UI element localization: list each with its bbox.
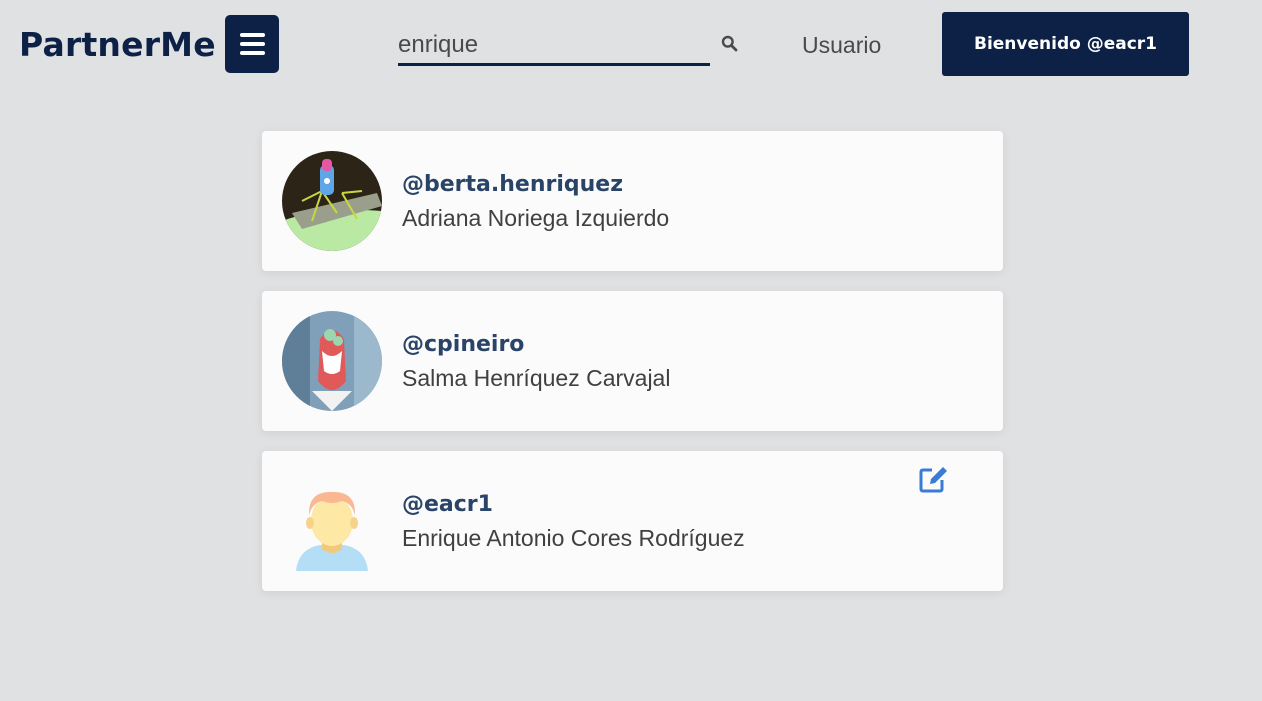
user-handle[interactable]: @berta.henriquez [402, 171, 623, 199]
welcome-user-button[interactable]: Bienvenido @eacr1 [942, 12, 1189, 76]
user-result-card[interactable]: @eacr1 Enrique Antonio Cores Rodríguez [262, 451, 1003, 591]
hamburger-bar [239, 42, 265, 46]
avatar [282, 151, 382, 251]
nav-link-usuario[interactable]: Usuario [802, 30, 881, 60]
brand-logo[interactable]: PartnerMe [19, 25, 216, 65]
edit-icon[interactable] [919, 465, 949, 493]
search-input[interactable] [398, 26, 710, 63]
hamburger-menu-button[interactable] [225, 15, 279, 73]
hamburger-menu-icon [239, 33, 265, 37]
user-full-name: Enrique Antonio Cores Rodríguez [402, 525, 745, 551]
user-handle[interactable]: @eacr1 [402, 491, 493, 519]
hamburger-bar [239, 51, 265, 55]
user-result-card[interactable]: @cpineiro Salma Henríquez Carvajal [262, 291, 1003, 431]
user-full-name: Salma Henríquez Carvajal [402, 365, 671, 391]
search-field [398, 26, 710, 66]
user-handle[interactable]: @cpineiro [402, 331, 524, 359]
avatar [282, 311, 382, 411]
search-icon[interactable] [721, 35, 738, 52]
avatar [282, 471, 382, 571]
user-result-card[interactable]: @berta.henriquez Adriana Noriega Izquier… [262, 131, 1003, 271]
user-full-name: Adriana Noriega Izquierdo [402, 205, 670, 231]
